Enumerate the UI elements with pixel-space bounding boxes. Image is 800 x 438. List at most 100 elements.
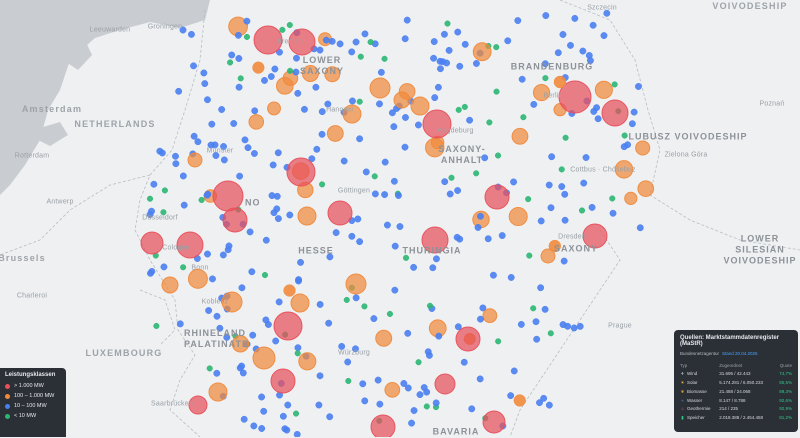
plant-marker-small[interactable] (204, 96, 211, 104)
plant-marker-tiny[interactable] (578, 207, 586, 214)
plant-marker-small[interactable] (274, 149, 282, 157)
plant-marker-small[interactable] (262, 236, 270, 244)
plant-marker-small[interactable] (504, 37, 512, 45)
plant-marker-tiny[interactable] (371, 173, 378, 180)
plant-marker-small[interactable] (477, 315, 484, 323)
plant-marker-small[interactable] (313, 145, 321, 153)
plant-marker-tiny[interactable] (343, 296, 350, 303)
plant-marker-small[interactable] (376, 100, 383, 108)
plant-marker-tiny[interactable] (611, 81, 618, 88)
plant-marker-small[interactable] (180, 201, 188, 209)
plant-marker-small[interactable] (533, 335, 541, 343)
plant-marker-small[interactable] (361, 397, 369, 405)
plant-marker-medium[interactable] (283, 284, 296, 297)
plant-marker-small[interactable] (322, 36, 330, 44)
plant-marker-small[interactable] (585, 52, 593, 59)
plant-marker-large[interactable] (212, 180, 244, 212)
plant-marker-small[interactable] (390, 123, 398, 131)
plant-marker-small[interactable] (200, 69, 208, 77)
plant-marker-small[interactable] (209, 275, 216, 283)
plant-marker-medium[interactable] (508, 207, 528, 227)
plant-marker-tiny[interactable] (161, 187, 168, 194)
plant-marker-small[interactable] (440, 30, 448, 38)
plant-marker-large[interactable] (434, 373, 456, 395)
plant-marker-small[interactable] (261, 76, 268, 84)
plant-marker-small[interactable] (381, 158, 389, 166)
plant-marker-small[interactable] (536, 399, 543, 407)
plant-marker-small[interactable] (332, 229, 340, 237)
plant-marker-small[interactable] (530, 100, 538, 108)
plant-marker-small[interactable] (205, 307, 213, 314)
plant-marker-small[interactable] (561, 190, 569, 198)
plant-marker-medium[interactable] (290, 293, 310, 313)
plant-marker-tiny[interactable] (386, 310, 393, 317)
plant-marker-small[interactable] (316, 372, 324, 380)
plant-marker-small[interactable] (564, 322, 572, 330)
plant-marker-small[interactable] (273, 192, 281, 200)
plant-marker-tiny[interactable] (495, 338, 502, 345)
plant-marker-large[interactable] (370, 414, 396, 437)
plant-marker-medium[interactable] (384, 382, 401, 398)
plant-marker-small[interactable] (432, 399, 440, 407)
plant-marker-small[interactable] (354, 215, 362, 223)
plant-marker-medium[interactable] (472, 42, 492, 62)
plant-marker-tiny[interactable] (520, 114, 527, 121)
plant-marker-small[interactable] (148, 207, 155, 215)
plant-marker-small[interactable] (150, 180, 158, 188)
plant-marker-small[interactable] (558, 183, 566, 190)
plant-marker-small[interactable] (235, 55, 243, 62)
plant-marker-small[interactable] (548, 153, 556, 161)
plant-marker-medium[interactable] (375, 329, 393, 347)
plant-marker-tiny[interactable] (542, 75, 549, 82)
plant-marker-small[interactable] (517, 320, 525, 328)
plant-marker-small[interactable] (243, 17, 251, 25)
plant-marker-small[interactable] (383, 221, 391, 229)
plant-marker-small[interactable] (213, 369, 221, 377)
plant-marker-medium[interactable] (297, 206, 317, 226)
plant-marker-large[interactable] (273, 311, 303, 341)
plant-marker-small[interactable] (269, 161, 277, 169)
plant-marker-small[interactable] (400, 380, 408, 387)
plant-marker-small[interactable] (461, 40, 469, 48)
plant-marker-small[interactable] (547, 204, 555, 212)
plant-marker-small[interactable] (279, 412, 287, 420)
plant-marker-small[interactable] (434, 83, 442, 91)
legend-item-small[interactable]: 10 – 100 MW (5, 401, 61, 411)
plant-marker-small[interactable] (561, 216, 569, 224)
plant-marker-small[interactable] (414, 121, 422, 129)
plant-marker-small[interactable] (408, 419, 416, 427)
plant-marker-tiny[interactable] (493, 44, 500, 51)
plant-marker-small[interactable] (395, 192, 402, 199)
plant-marker-small[interactable] (258, 425, 266, 432)
plant-marker-small[interactable] (545, 401, 553, 409)
plant-marker-small[interactable] (352, 38, 360, 46)
plant-marker-small[interactable] (430, 38, 438, 46)
plant-marker-small[interactable] (420, 384, 428, 391)
plant-marker-medium[interactable] (594, 80, 613, 99)
plant-marker-small[interactable] (286, 211, 294, 219)
plant-marker-small[interactable] (636, 224, 644, 232)
plant-marker-tiny[interactable] (292, 410, 300, 417)
plant-marker-tiny[interactable] (609, 195, 616, 202)
plant-marker-small[interactable] (228, 51, 236, 59)
plant-marker-small[interactable] (391, 286, 399, 294)
plant-marker-tiny[interactable] (227, 59, 234, 66)
plant-marker-small[interactable] (284, 401, 292, 409)
plant-marker-small[interactable] (348, 48, 356, 56)
plant-marker-tiny[interactable] (180, 264, 187, 271)
plant-marker-small[interactable] (316, 46, 324, 54)
plant-marker-small[interactable] (532, 318, 540, 326)
plant-marker-small[interactable] (370, 315, 378, 323)
legend-item-medium[interactable]: 100 – 1.000 MW (5, 391, 61, 401)
plant-marker-small[interactable] (576, 322, 584, 330)
plant-marker-small[interactable] (514, 17, 522, 25)
plant-marker-medium[interactable] (187, 152, 203, 168)
plant-marker-small[interactable] (179, 172, 187, 180)
plant-marker-small[interactable] (218, 106, 226, 113)
plant-marker-small[interactable] (579, 47, 587, 55)
plant-marker-small[interactable] (571, 14, 579, 22)
plant-marker-small[interactable] (554, 49, 562, 57)
plant-marker-small[interactable] (246, 228, 254, 236)
plant-marker-medium[interactable] (161, 276, 179, 294)
plant-marker-medium[interactable] (410, 96, 430, 116)
